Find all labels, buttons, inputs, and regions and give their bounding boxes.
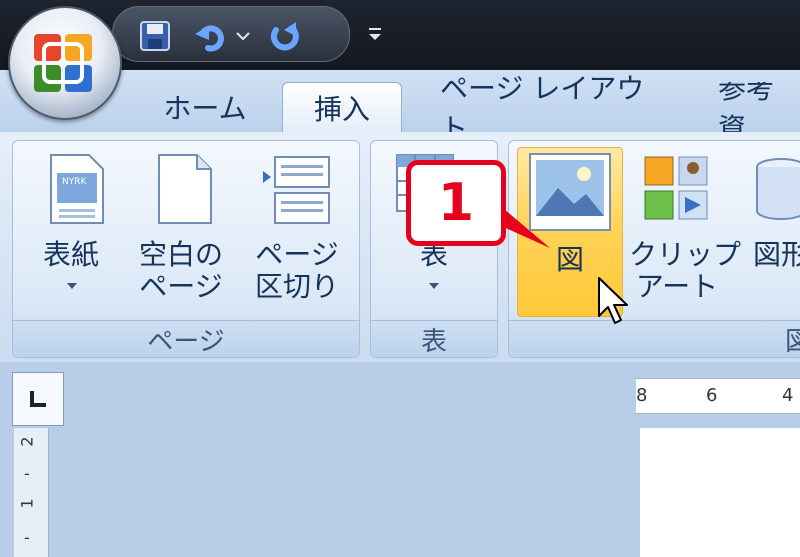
blank-page-icon xyxy=(158,154,212,224)
chevron-down-icon xyxy=(236,32,250,41)
table-dropdown-icon xyxy=(429,283,439,289)
vruler-tick: 2 xyxy=(17,436,37,447)
blank-page-label-1: 空白の xyxy=(138,238,223,271)
ribbon: NYRK 表紙 空白の ページ ページ 区切り ページ 表 表 図 クリップ ア… xyxy=(0,132,800,362)
clipart-icon xyxy=(644,156,708,220)
vruler-tick: - xyxy=(24,464,30,483)
tab-selector-button[interactable] xyxy=(12,372,64,426)
group-table-label: 表 xyxy=(371,320,497,357)
vertical-ruler[interactable]: 2 - 1 - xyxy=(14,428,49,557)
shapes-button[interactable]: 図形 xyxy=(737,145,800,317)
clipart-button[interactable]: クリップ アート xyxy=(629,145,742,317)
customize-dropdown-icon xyxy=(369,28,381,40)
group-illustrations-label-text: 図 xyxy=(785,326,800,357)
cover-page-button[interactable]: NYRK 表紙 xyxy=(17,145,125,317)
shapes-icon xyxy=(756,158,800,220)
cover-page-label: 表紙 xyxy=(42,238,99,271)
clipart-label-1: クリップ xyxy=(629,238,742,271)
group-illustrations-label: 図 xyxy=(509,320,800,357)
page-break-button[interactable]: ページ 区切り xyxy=(239,145,355,317)
page-break-label-2: 区切り xyxy=(254,270,339,303)
cover-dropdown-icon xyxy=(67,283,77,289)
horizontal-ruler[interactable]: 8 6 4 xyxy=(636,378,800,414)
quick-access-toolbar xyxy=(112,6,350,62)
page-break-label-1: ページ xyxy=(255,238,339,271)
tab-insert[interactable]: 挿入 xyxy=(282,82,402,133)
save-button[interactable] xyxy=(135,19,175,53)
vruler-tick: - xyxy=(24,528,30,547)
left-tab-icon xyxy=(30,391,46,407)
document-page[interactable] xyxy=(640,428,800,557)
redo-button[interactable] xyxy=(263,19,305,53)
cover-page-icon xyxy=(50,154,104,224)
group-pages-label: ページ xyxy=(13,320,359,357)
undo-icon xyxy=(195,25,224,52)
group-pages: NYRK 表紙 空白の ページ ページ 区切り ページ xyxy=(12,140,360,358)
ribbon-tab-bar: ホーム 挿入 ページ レイアウト 参考資 xyxy=(0,70,800,145)
undo-dropdown[interactable] xyxy=(235,19,251,53)
clipart-label-2: アート xyxy=(635,270,719,303)
undo-button[interactable] xyxy=(191,19,233,53)
ruler-tick: 8 xyxy=(636,385,648,406)
blank-page-label-2: ページ xyxy=(139,270,223,303)
redo-icon xyxy=(270,22,299,51)
mouse-cursor-icon xyxy=(598,277,628,324)
cover-thumb-text: NYRK xyxy=(62,177,87,187)
office-logo-icon xyxy=(34,34,92,92)
blank-page-button[interactable]: 空白の ページ xyxy=(129,145,233,317)
customize-toolbar-button[interactable] xyxy=(366,24,384,46)
save-icon xyxy=(140,21,170,51)
tab-home[interactable]: ホーム xyxy=(150,82,260,132)
vruler-tick: 1 xyxy=(17,498,37,509)
shapes-label: 図形 xyxy=(753,238,800,271)
office-button[interactable] xyxy=(8,6,122,120)
ruler-tick: 4 xyxy=(782,385,794,406)
step-number-callout: 1 xyxy=(406,160,506,246)
tab-references[interactable]: 参考資 xyxy=(718,82,800,132)
ruler-tick: 6 xyxy=(706,385,718,406)
tab-page-layout[interactable]: ページ レイアウト xyxy=(440,72,660,145)
page-break-icon xyxy=(263,156,330,224)
